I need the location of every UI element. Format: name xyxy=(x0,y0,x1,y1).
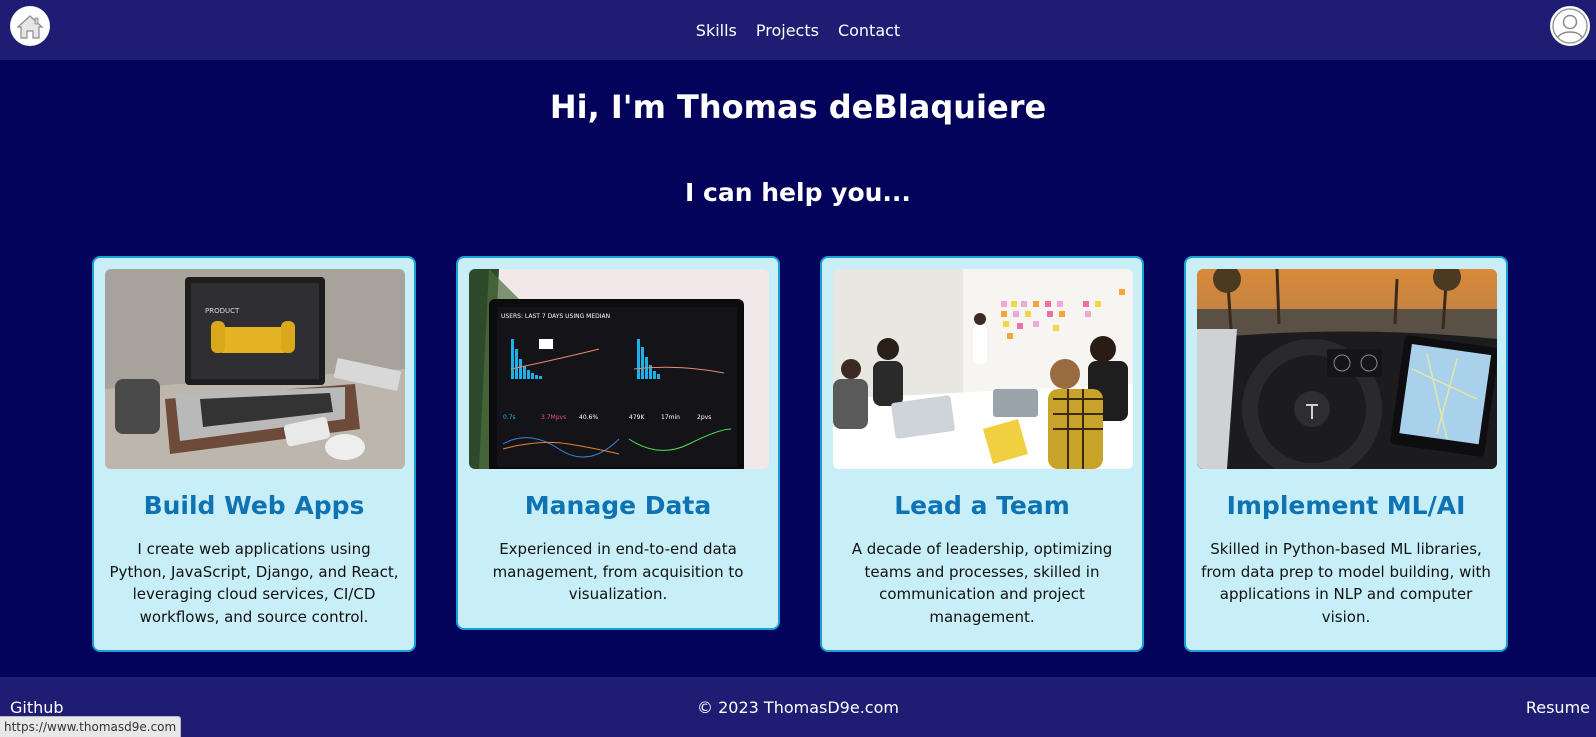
card-title: Build Web Apps xyxy=(143,491,365,520)
copyright-text: © 2023 ThomasD9e.com xyxy=(697,698,899,717)
nav-link-projects[interactable]: Projects xyxy=(756,21,819,40)
nav-link-contact[interactable]: Contact xyxy=(838,21,900,40)
section-subtitle: I can help you... xyxy=(685,178,911,207)
user-avatar-icon xyxy=(1552,8,1588,44)
top-navbar: Skills Projects Contact xyxy=(0,0,1596,60)
card-build-web-apps: PRODUCT Build Web Apps I create web appl… xyxy=(92,256,416,652)
svg-text:0.7s: 0.7s xyxy=(503,414,516,421)
dashboard-monitor-photo: USERS: LAST 7 DAYS USING MEDIAN 0.7s 3.7… xyxy=(469,269,769,469)
link-hover-status-url: https://www.thomasd9e.com xyxy=(0,716,182,737)
card-title: Implement ML/AI xyxy=(1226,491,1466,520)
svg-text:3.7Mpvs: 3.7Mpvs xyxy=(541,414,566,421)
svg-text:17min: 17min xyxy=(661,414,680,421)
card-implement-ml-ai: Implement ML/AI Skilled in Python-based … xyxy=(1184,256,1508,652)
home-button[interactable] xyxy=(10,6,50,46)
nav-link-skills[interactable]: Skills xyxy=(696,21,737,40)
team-meeting-photo xyxy=(833,269,1133,469)
profile-button[interactable] xyxy=(1550,6,1590,46)
svg-text:PRODUCT: PRODUCT xyxy=(205,307,240,315)
svg-text:2pvs: 2pvs xyxy=(697,414,711,421)
svg-text:479K: 479K xyxy=(629,414,645,421)
card-manage-data: USERS: LAST 7 DAYS USING MEDIAN 0.7s 3.7… xyxy=(456,256,780,630)
resume-link[interactable]: Resume xyxy=(1526,698,1590,717)
card-description: Skilled in Python-based ML libraries, fr… xyxy=(1201,540,1491,626)
page-title: Hi, I'm Thomas deBlaquiere xyxy=(549,88,1047,126)
card-description: Experienced in end-to-end data managemen… xyxy=(492,540,744,603)
card-description: A decade of leadership, optimizing teams… xyxy=(851,540,1113,626)
house-icon xyxy=(13,9,47,43)
car-interior-photo xyxy=(1197,269,1497,469)
laptop-photo: PRODUCT xyxy=(105,269,405,469)
card-lead-a-team: Lead a Team A decade of leadership, opti… xyxy=(820,256,1144,652)
card-description: I create web applications using Python, … xyxy=(109,540,399,626)
card-title: Manage Data xyxy=(524,491,712,520)
footer: Github © 2023 ThomasD9e.com Resume xyxy=(0,677,1596,737)
svg-text:USERS: LAST 7 DAYS USING MEDIA: USERS: LAST 7 DAYS USING MEDIAN xyxy=(501,313,610,320)
nav-links: Skills Projects Contact xyxy=(696,21,900,40)
svg-text:40.6%: 40.6% xyxy=(579,414,598,421)
card-title: Lead a Team xyxy=(894,491,1070,520)
